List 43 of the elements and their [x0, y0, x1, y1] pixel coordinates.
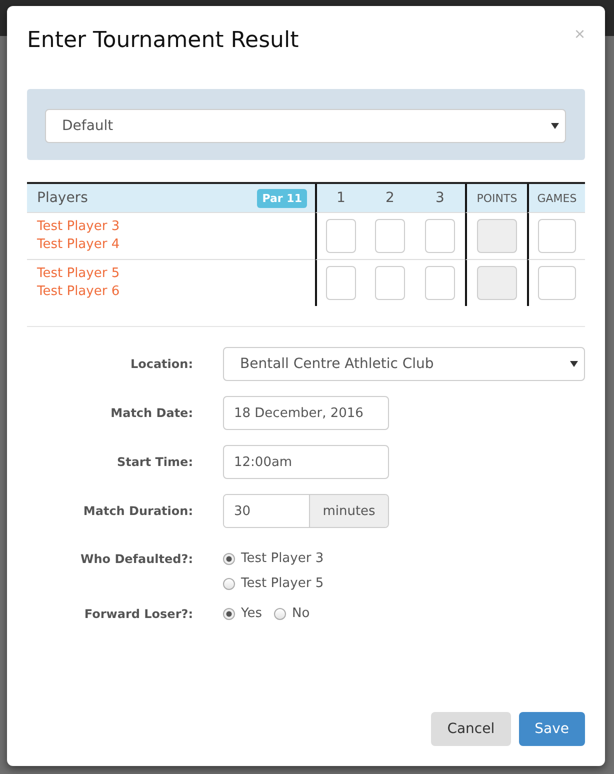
dialog-title: Enter Tournament Result	[27, 28, 299, 53]
form-label: Start Time:	[116, 455, 193, 469]
save-button[interactable]: Save	[518, 712, 585, 746]
score-input[interactable]	[326, 266, 356, 300]
table-header-cell: POINTS	[465, 184, 527, 213]
radio-label: Test Player 3	[241, 551, 324, 566]
radio-label: Yes	[241, 606, 262, 621]
score-input[interactable]	[375, 219, 405, 253]
radio-option[interactable]: Test Player 5	[223, 576, 585, 591]
score-input[interactable]	[538, 266, 576, 300]
text-field[interactable]: 12:00am	[223, 445, 389, 479]
cancel-button[interactable]: Cancel	[431, 712, 511, 746]
table-header-cell: 2	[365, 184, 415, 213]
caret-icon	[570, 361, 578, 367]
location-select[interactable]: Bentall Centre Athletic Club	[223, 347, 585, 381]
score-input[interactable]	[425, 219, 455, 253]
radio-button[interactable]	[274, 608, 286, 620]
table-header-cell: 3	[415, 184, 465, 213]
score-input[interactable]	[425, 266, 455, 300]
par-badge: Par 11	[257, 188, 307, 208]
form-label: Forward Loser?:	[83, 606, 193, 620]
radio-button[interactable]	[223, 578, 235, 590]
radio-label: No	[292, 606, 310, 621]
duration-field[interactable]: 30 minutes	[223, 494, 389, 528]
score-input[interactable]	[375, 266, 405, 300]
table-header-cell: 1	[315, 184, 365, 213]
form-label: Match Duration:	[82, 504, 193, 518]
radio-option[interactable]: Yes	[223, 606, 262, 621]
text-field[interactable]: 18 December, 2016	[223, 396, 389, 430]
players-heading: Players	[37, 190, 88, 206]
score-input[interactable]	[326, 219, 356, 253]
radio-label: Test Player 5	[241, 576, 324, 591]
form-label: Match Date:	[110, 406, 193, 420]
caret-icon	[551, 123, 559, 129]
radio-option[interactable]: No	[274, 606, 310, 621]
score-input[interactable]	[538, 219, 576, 253]
radio-option[interactable]: Test Player 3	[223, 551, 585, 566]
form-label: Who Defaulted?:	[80, 551, 193, 566]
form-label: Location:	[129, 357, 193, 371]
radio-button[interactable]	[223, 552, 235, 564]
format-select[interactable]: Default	[45, 109, 566, 143]
table-header-cell: GAMES	[527, 184, 585, 213]
radio-button[interactable]	[223, 608, 235, 620]
